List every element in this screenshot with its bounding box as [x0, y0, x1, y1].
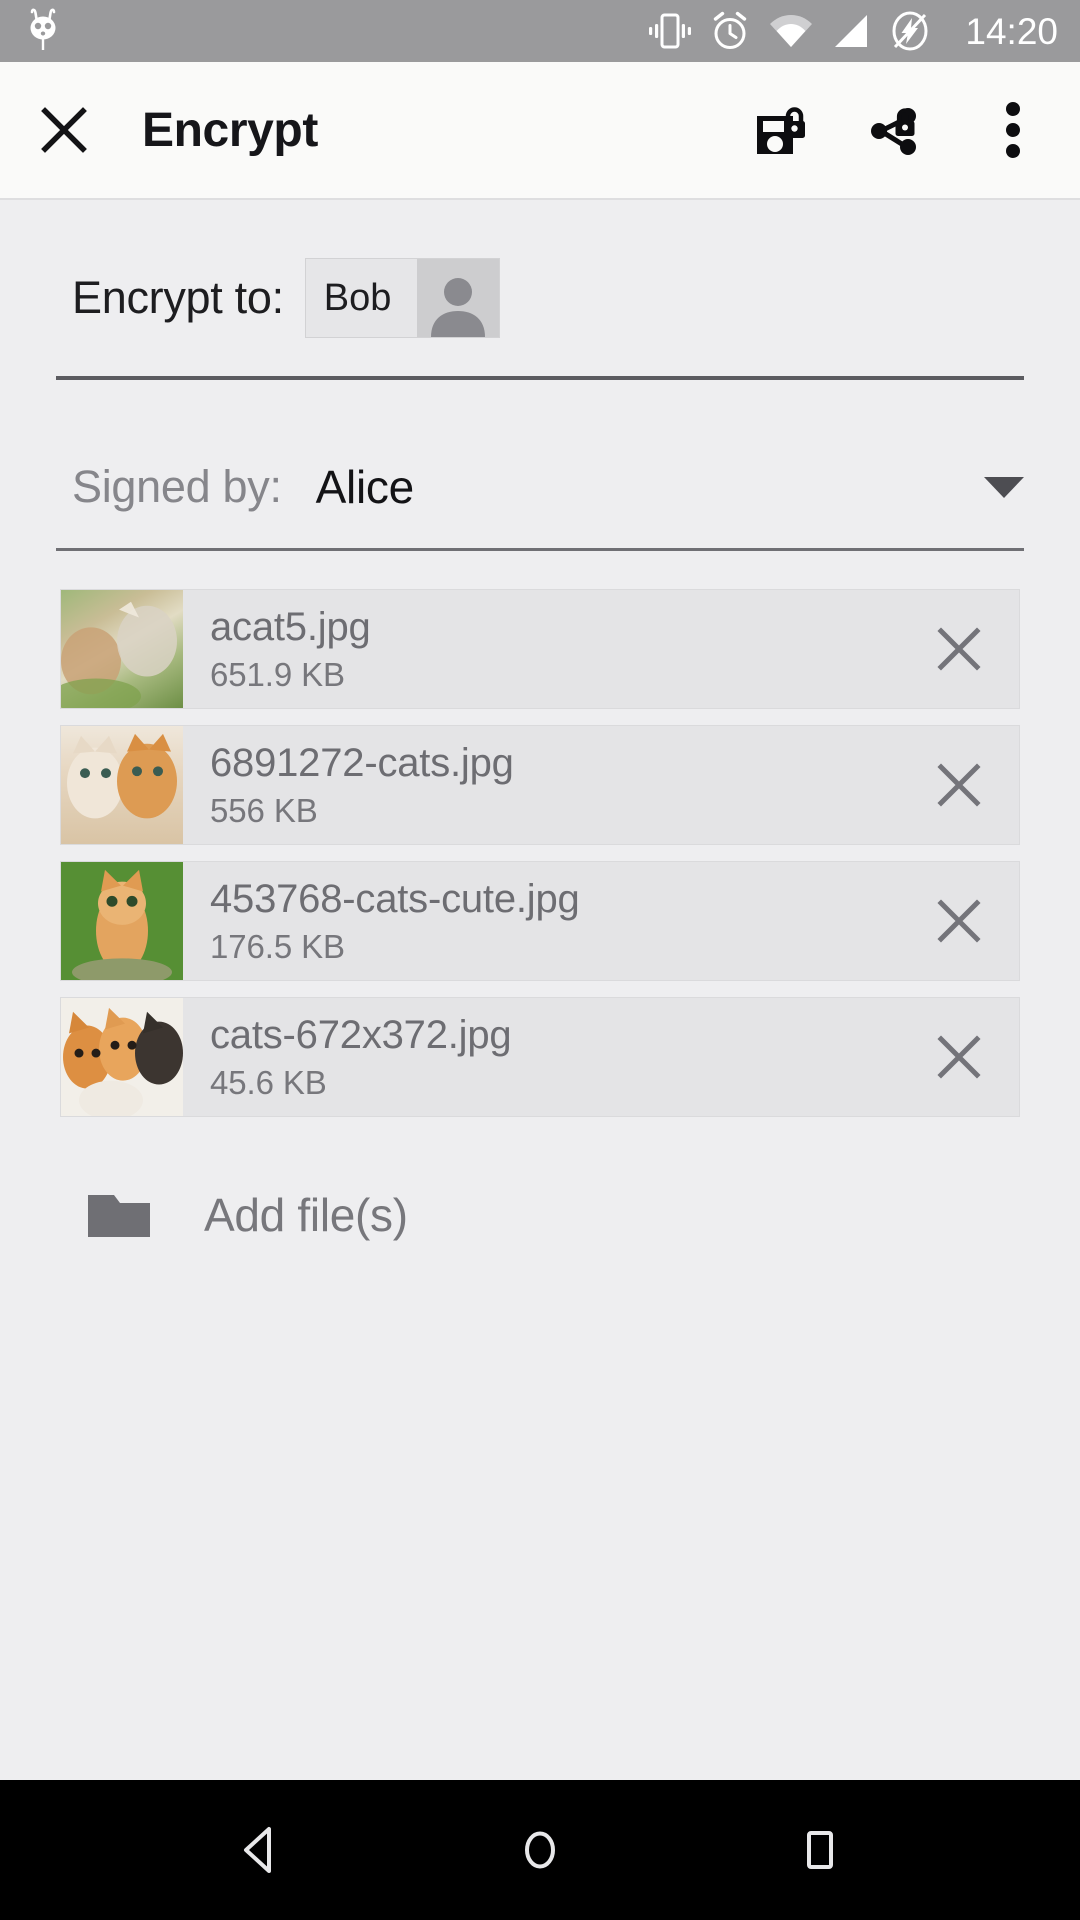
app-bar-actions [750, 99, 1044, 161]
status-bar-icons: 14:20 [648, 9, 1058, 53]
status-bar-left [22, 8, 64, 54]
file-meta: 6891272-cats.jpg 556 KB [183, 726, 899, 844]
encrypt-to-divider [56, 376, 1024, 380]
app-window: 14:20 Encrypt Encrypt to: Bob Signed by:… [0, 0, 1080, 1920]
file-meta: acat5.jpg 651.9 KB [183, 590, 899, 708]
signed-by-label: Signed by: [72, 461, 282, 512]
thumb-art-cat-playful [61, 601, 177, 708]
close-button[interactable] [34, 100, 94, 160]
thumb-art-two-kittens [67, 733, 177, 819]
file-name: 453768-cats-cute.jpg [210, 877, 580, 922]
file-list-item[interactable]: 6891272-cats.jpg 556 KB [60, 725, 1020, 845]
cellular-signal-icon [835, 15, 868, 47]
file-name: cats-672x372.jpg [210, 1013, 512, 1058]
encrypt-to-row: Encrypt to: Bob [0, 234, 1080, 362]
file-list-item[interactable]: 453768-cats-cute.jpg 176.5 KB [60, 861, 1020, 981]
system-navigation-bar [0, 1780, 1080, 1920]
signed-by-row[interactable]: Signed by: Alice [0, 434, 1080, 540]
wifi-icon [770, 15, 813, 47]
remove-file-button[interactable] [899, 998, 1019, 1116]
file-meta: cats-672x372.jpg 45.6 KB [183, 998, 899, 1116]
recents-square-icon [807, 1831, 833, 1869]
thumb-art-kitten-group [61, 998, 183, 1116]
vibrate-icon [649, 13, 692, 49]
remove-file-button[interactable] [899, 862, 1019, 980]
share-encrypted-icon [871, 108, 916, 155]
recipient-chip[interactable]: Bob [304, 258, 501, 338]
nav-home-button[interactable] [480, 1800, 600, 1900]
overflow-menu-button[interactable] [982, 99, 1044, 161]
main-content: Encrypt to: Bob Signed by: Alice acat5.j… [0, 200, 1080, 1780]
back-triangle-icon [244, 1827, 271, 1873]
file-meta: 453768-cats-cute.jpg 176.5 KB [183, 862, 899, 980]
alarm-clock-icon [714, 11, 747, 49]
save-encrypted-button[interactable] [750, 99, 812, 161]
file-list: acat5.jpg 651.9 KB 6891272-cats.jpg 556 … [0, 589, 1080, 1117]
file-thumbnail [61, 998, 183, 1116]
home-circle-icon [525, 1831, 555, 1869]
overflow-menu-icon [1006, 102, 1020, 158]
file-thumbnail [61, 862, 183, 980]
signed-by-divider [56, 548, 1024, 551]
close-icon [937, 763, 981, 807]
nav-recents-button[interactable] [760, 1800, 880, 1900]
person-icon [431, 278, 486, 337]
file-list-item[interactable]: cats-672x372.jpg 45.6 KB [60, 997, 1020, 1117]
add-files-button[interactable]: Add file(s) [0, 1167, 1080, 1263]
remove-file-button[interactable] [899, 726, 1019, 844]
file-thumbnail [61, 726, 183, 844]
close-icon [937, 1035, 981, 1079]
page-title: Encrypt [142, 103, 318, 157]
charging-bolt-icon [892, 11, 928, 51]
share-encrypted-button[interactable] [866, 99, 928, 161]
file-list-item[interactable]: acat5.jpg 651.9 KB [60, 589, 1020, 709]
folder-icon [88, 1195, 150, 1237]
app-bar: Encrypt [0, 62, 1080, 200]
file-thumbnail [61, 590, 183, 708]
thumb-art-kitten-grass [61, 862, 183, 980]
nav-back-button[interactable] [200, 1800, 320, 1900]
encrypt-to-label: Encrypt to: [72, 272, 284, 323]
file-size: 45.6 KB [210, 1063, 327, 1101]
file-size: 176.5 KB [210, 927, 345, 965]
status-bar-clock: 14:20 [965, 10, 1058, 52]
close-icon [937, 899, 981, 943]
close-icon [937, 627, 981, 671]
file-name: 6891272-cats.jpg [210, 741, 514, 786]
add-files-label: Add file(s) [204, 1189, 408, 1241]
file-size: 556 KB [210, 791, 318, 829]
status-bar: 14:20 [0, 0, 1080, 62]
cyanogenmod-logo-icon [30, 8, 56, 50]
recipient-avatar [417, 259, 500, 337]
close-icon [41, 107, 87, 153]
recipient-chip-name: Bob [305, 259, 418, 337]
save-encrypted-icon [757, 107, 805, 154]
file-size: 651.9 KB [210, 655, 345, 693]
file-name: acat5.jpg [210, 605, 371, 650]
chevron-down-icon[interactable] [984, 476, 1024, 498]
signed-by-value: Alice [315, 461, 415, 513]
remove-file-button[interactable] [899, 590, 1019, 708]
